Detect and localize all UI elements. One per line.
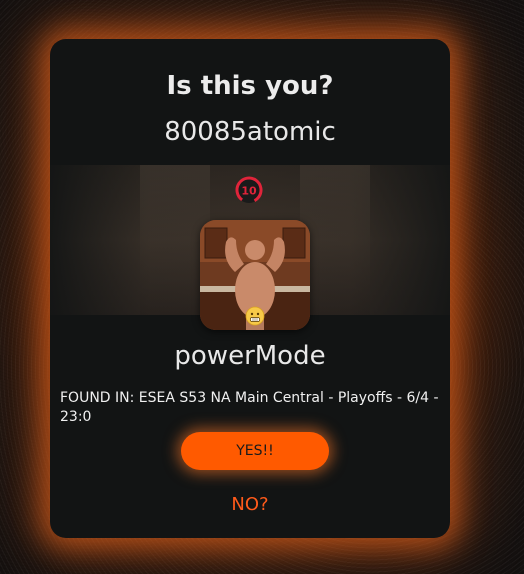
yes-button[interactable]: YES!! xyxy=(181,432,329,470)
match-found-info: FOUND IN: ESEA S53 NA Main Central - Pla… xyxy=(60,390,439,425)
level-badge-icon: 10 xyxy=(234,175,264,205)
player-name: powerMode xyxy=(174,341,326,371)
grimace-emoji-icon xyxy=(245,306,265,326)
banner-decoration xyxy=(300,165,370,315)
level-value: 10 xyxy=(241,185,257,198)
no-button[interactable]: NO? xyxy=(50,494,450,515)
username: 80085atomic xyxy=(164,117,336,147)
dialog-title: Is this you? xyxy=(166,71,334,101)
confirm-identity-dialog: Is this you? 80085atomic 10 powerMode FO… xyxy=(50,39,450,538)
